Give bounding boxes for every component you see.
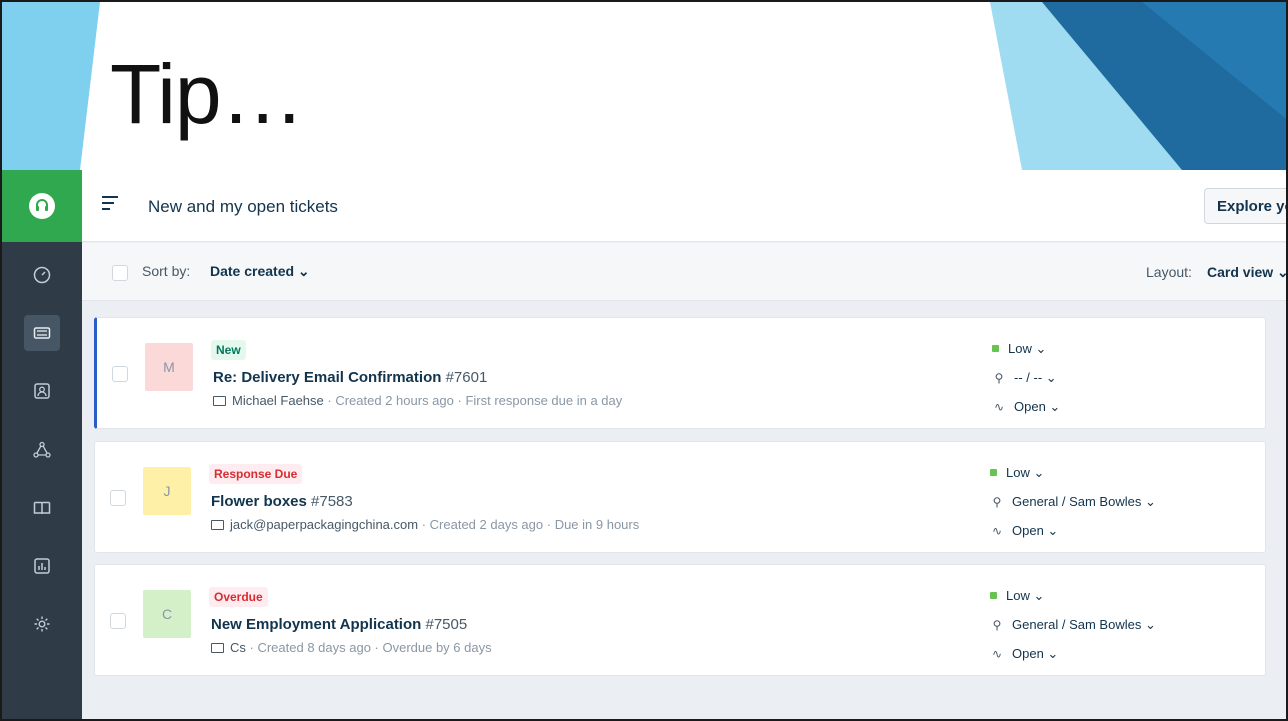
ticket-checkbox[interactable] (110, 490, 126, 506)
email-icon (211, 643, 224, 653)
dashboard-icon[interactable] (24, 257, 60, 293)
priority-dropdown[interactable]: Low ⌄ (990, 581, 1156, 610)
activity-icon: ∿ (991, 523, 1003, 538)
sidebar (2, 170, 82, 719)
person-icon: ⚲ (992, 617, 1002, 632)
ticket-meta: Cs · Created 8 days ago · Overdue by 6 d… (211, 640, 492, 655)
ticket-card[interactable]: C Overdue New Employment Application #75… (94, 564, 1266, 676)
ticket-number: #7601 (445, 369, 488, 386)
ticket-meta: Michael Faehse · Created 2 hours ago · F… (213, 393, 622, 408)
sort-label: Sort by: (142, 263, 191, 279)
layout-label: Layout: (1146, 264, 1192, 280)
reports-icon[interactable] (24, 548, 60, 584)
ticket-checkbox[interactable] (110, 613, 126, 629)
slide-title: Tip… (110, 47, 305, 141)
priority-dot-icon (990, 469, 997, 476)
ticket-card[interactable]: M New Re: Delivery Email Confirmation #7… (94, 317, 1266, 429)
ticket-checkbox[interactable] (112, 366, 128, 382)
sort-bar: Sort by: Date created ⌄ Layout: Card vie… (82, 243, 1286, 301)
app-logo[interactable] (2, 170, 82, 242)
ticket-number: #7505 (425, 616, 468, 633)
sort-dropdown[interactable]: Date created ⌄ (210, 263, 310, 280)
person-icon: ⚲ (992, 494, 1002, 509)
contacts-icon[interactable] (24, 373, 60, 409)
assignee-dropdown[interactable]: ⚲ General / Sam Bowles ⌄ (990, 610, 1156, 639)
priority-dropdown[interactable]: Low ⌄ (990, 458, 1156, 487)
avatar: C (143, 590, 191, 638)
status-badge: Overdue (209, 587, 268, 607)
layout-dropdown[interactable]: Card view ⌄ (1207, 264, 1286, 281)
requester-name[interactable]: Cs (230, 640, 246, 655)
ticket-meta: jack@paperpackagingchina.com · Created 2… (211, 517, 639, 532)
page-title: New and my open tickets (148, 197, 338, 216)
select-all-checkbox[interactable] (112, 265, 128, 281)
knowledge-base-icon[interactable] (24, 490, 60, 526)
status-dropdown[interactable]: ∿ Open ⌄ (992, 392, 1060, 421)
ticket-subject[interactable]: Flower boxes #7583 (211, 493, 353, 510)
ticket-number: #7583 (311, 493, 353, 510)
activity-icon: ∿ (993, 399, 1005, 414)
status-badge: Response Due (209, 464, 303, 484)
email-icon (211, 520, 224, 530)
menu-icon[interactable] (102, 196, 118, 210)
assignee-dropdown[interactable]: ⚲ General / Sam Bowles ⌄ (990, 487, 1156, 516)
explore-button[interactable]: Explore yo (1204, 188, 1286, 224)
activity-icon: ∿ (991, 646, 1003, 661)
ticket-properties: Low ⌄ ⚲ General / Sam Bowles ⌄ ∿ Open ⌄ (990, 581, 1156, 668)
settings-icon[interactable] (24, 606, 60, 642)
slide: Tip… New and my open tickets Explore yo … (0, 0, 1288, 721)
assignee-dropdown[interactable]: ⚲ -- / -- ⌄ (992, 363, 1060, 392)
status-badge: New (211, 340, 246, 360)
avatar: M (145, 343, 193, 391)
priority-dropdown[interactable]: Low ⌄ (992, 334, 1060, 363)
headset-icon (29, 193, 55, 219)
tickets-icon[interactable] (24, 315, 60, 351)
priority-dot-icon (990, 592, 997, 599)
solutions-icon[interactable] (24, 432, 60, 468)
ticket-properties: Low ⌄ ⚲ -- / -- ⌄ ∿ Open ⌄ (992, 334, 1060, 421)
status-dropdown[interactable]: ∿ Open ⌄ (990, 639, 1156, 668)
avatar: J (143, 467, 191, 515)
helpdesk-app: New and my open tickets Explore yo Sort … (2, 170, 1286, 719)
priority-dot-icon (992, 345, 999, 352)
ticket-properties: Low ⌄ ⚲ General / Sam Bowles ⌄ ∿ Open ⌄ (990, 458, 1156, 545)
email-icon (213, 396, 226, 406)
header-bar: New and my open tickets Explore yo (82, 170, 1286, 242)
person-icon: ⚲ (994, 370, 1004, 385)
status-dropdown[interactable]: ∿ Open ⌄ (990, 516, 1156, 545)
ticket-card[interactable]: J Response Due Flower boxes #7583 jack@p… (94, 441, 1266, 553)
requester-name[interactable]: jack@paperpackagingchina.com (230, 517, 418, 532)
requester-name[interactable]: Michael Faehse (232, 393, 324, 408)
ticket-subject[interactable]: Re: Delivery Email Confirmation #7601 (213, 369, 487, 386)
ticket-subject[interactable]: New Employment Application #7505 (211, 616, 467, 633)
